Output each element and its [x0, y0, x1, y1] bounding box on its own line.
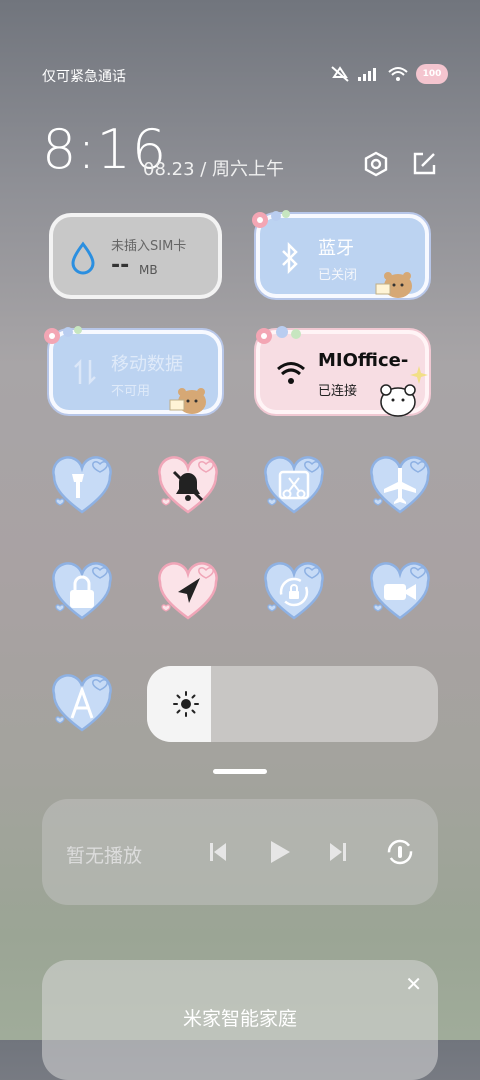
previous-track-icon[interactable]	[208, 841, 228, 863]
bluetooth-icon	[282, 242, 298, 274]
toggle-location[interactable]	[156, 562, 220, 622]
toggle-screenshot[interactable]	[262, 456, 326, 516]
toggle-auto-brightness[interactable]	[50, 674, 114, 734]
drag-handle[interactable]	[213, 769, 267, 774]
water-drop-icon	[71, 241, 95, 275]
signal-icon	[358, 68, 376, 81]
media-status: 暂无播放	[66, 845, 143, 867]
settings-icon[interactable]	[362, 150, 390, 178]
sim-unit: MB	[139, 263, 158, 277]
sim-data-tile[interactable]: 未插入SIM卡 -- MB	[49, 213, 222, 299]
mute-status-icon	[331, 66, 349, 82]
bear-sticker-icon	[169, 388, 206, 414]
bear-sticker-icon	[375, 272, 412, 298]
toggle-flashlight[interactable]	[50, 456, 114, 516]
sim-value: --	[111, 253, 130, 278]
bluetooth-label: 蓝牙	[318, 238, 354, 259]
wifi-icon	[277, 362, 305, 384]
mobile-data-status: 不可用	[111, 384, 151, 399]
cast-icon[interactable]	[386, 838, 414, 866]
media-player-card: 暂无播放	[42, 799, 438, 905]
battery-icon: 100	[416, 64, 448, 84]
flower-decoration-icon	[256, 326, 301, 344]
flower-decoration-icon	[44, 326, 82, 344]
mobile-data-icon	[74, 358, 96, 386]
toggle-airplane[interactable]	[368, 456, 432, 516]
bluetooth-status: 已关闭	[318, 268, 358, 283]
sim-label: 未插入SIM卡	[111, 239, 187, 254]
carrier-status: 仅可紧急通话	[42, 69, 126, 85]
clock-date: 08.23 / 周六上午	[143, 159, 285, 180]
edit-icon[interactable]	[410, 150, 438, 178]
flower-decoration-icon	[252, 210, 290, 228]
sparkle-icon	[410, 366, 428, 384]
status-icons: 100	[330, 64, 448, 84]
mobile-data-label: 移动数据	[111, 354, 183, 375]
next-track-icon[interactable]	[328, 841, 348, 863]
smart-home-title: 米家智能家庭	[182, 1008, 297, 1030]
white-bear-sticker-icon	[380, 384, 416, 417]
toggle-screen-record[interactable]	[368, 562, 432, 622]
play-icon[interactable]	[268, 839, 292, 865]
toggle-auto-rotate[interactable]	[262, 562, 326, 622]
brightness-slider[interactable]	[147, 666, 438, 742]
wifi-status-icon	[388, 67, 408, 81]
toggle-mute[interactable]	[156, 456, 220, 516]
wifi-status: 已连接	[318, 384, 358, 399]
toggle-lock-screen[interactable]	[50, 562, 114, 622]
sun-icon	[173, 691, 199, 717]
close-icon[interactable]: ✕	[405, 972, 422, 996]
smart-home-card[interactable]: ✕ 米家智能家庭	[42, 960, 438, 1080]
wifi-label: MIOffice-	[318, 350, 409, 371]
